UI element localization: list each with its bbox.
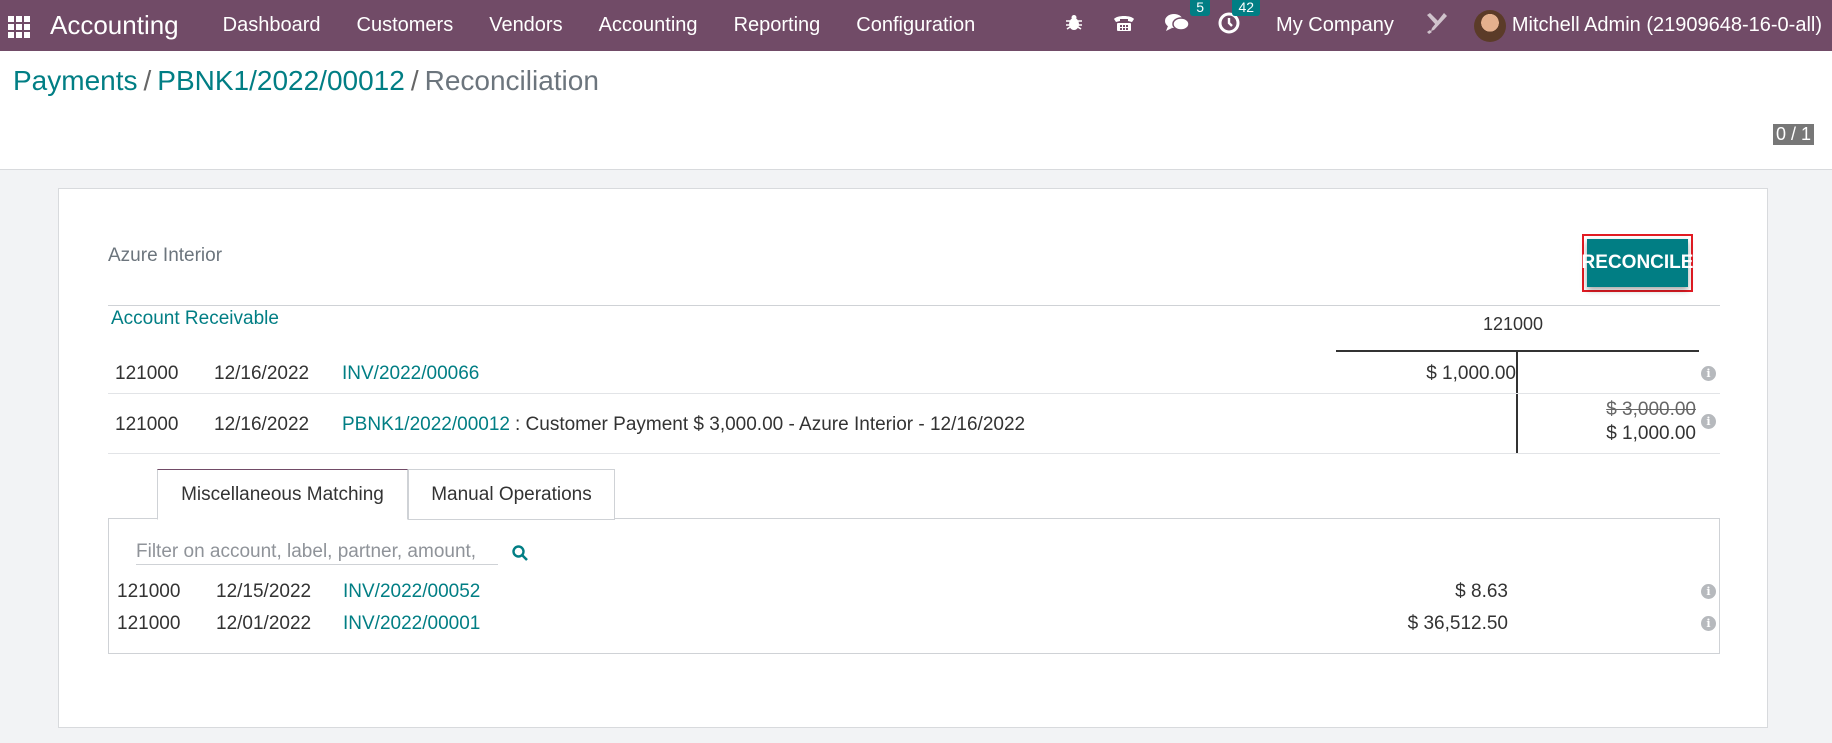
match-date: 12/01/2022 — [216, 613, 312, 634]
info-icon[interactable]: i — [1701, 366, 1716, 381]
reconcile-line[interactable]: 121000 12/16/2022 INV/2022/00066 $ 1,000… — [108, 353, 1720, 394]
search-icon[interactable] — [511, 544, 529, 562]
breadcrumb-separator: / — [410, 65, 419, 96]
menu-dashboard[interactable]: Dashboard — [205, 14, 339, 37]
line-credit: $ 1,000.00 — [1606, 423, 1696, 444]
control-panel: Payments / PBNK1/2022/00012/Reconciliation… — [0, 51, 1832, 170]
main-menu: Dashboard Customers Vendors Accounting R… — [205, 14, 994, 37]
line-reference[interactable]: INV/2022/00066 — [342, 363, 479, 385]
matching-panel: 121000 12/15/2022 INV/2022/00052 $ 8.63 … — [108, 519, 1720, 654]
menu-vendors[interactable]: Vendors — [471, 14, 580, 37]
user-menu[interactable]: Mitchell Admin (21909648-16-0-all) — [1512, 14, 1822, 37]
phone-icon[interactable] — [1112, 13, 1136, 39]
line-credit-original: $ 3,000.00 — [1606, 399, 1696, 420]
account-title[interactable]: Account Receivable — [111, 308, 279, 330]
menu-reporting[interactable]: Reporting — [716, 14, 839, 37]
line-date: 12/16/2022 — [214, 414, 310, 435]
line-date: 12/16/2022 — [214, 363, 310, 384]
breadcrumb-payments[interactable]: Payments — [13, 65, 138, 96]
info-icon[interactable]: i — [1701, 584, 1716, 599]
company-switcher[interactable]: My Company — [1276, 14, 1394, 37]
match-reference[interactable]: INV/2022/00001 — [343, 613, 480, 635]
reconcile-button[interactable]: RECONCILE — [1582, 239, 1693, 287]
match-amount: $ 8.63 — [1455, 581, 1508, 602]
match-reference[interactable]: INV/2022/00052 — [343, 581, 480, 603]
account-code-header: 121000 — [1483, 314, 1544, 334]
activities-count-badge: 42 — [1232, 0, 1261, 16]
content-area: Azure Interior RECONCILE Account Receiva… — [0, 170, 1832, 743]
menu-accounting[interactable]: Accounting — [581, 14, 716, 37]
match-amount: $ 36,512.50 — [1407, 613, 1508, 634]
top-navbar: Accounting Dashboard Customers Vendors A… — [0, 0, 1832, 51]
breadcrumb-payment[interactable]: PBNK1/2022/00012 — [157, 65, 405, 96]
debug-tools-icon[interactable] — [1424, 10, 1450, 42]
breadcrumb-separator: / — [143, 65, 152, 96]
filter-input[interactable] — [136, 539, 498, 565]
menu-configuration[interactable]: Configuration — [838, 14, 993, 37]
info-icon[interactable]: i — [1701, 616, 1716, 631]
line-account: 121000 — [115, 363, 179, 384]
match-account: 121000 — [117, 581, 181, 602]
bug-icon[interactable] — [1064, 13, 1084, 39]
line-label: : Customer Payment $ 3,000.00 - Azure In… — [514, 414, 1026, 435]
breadcrumb: Payments / PBNK1/2022/00012/Reconciliation — [13, 65, 599, 97]
line-reference[interactable]: PBNK1/2022/00012 — [342, 414, 510, 435]
tab-miscellaneous-matching[interactable]: Miscellaneous Matching — [157, 469, 408, 520]
matching-row[interactable]: 121000 12/01/2022 INV/2022/00001 $ 36,51… — [109, 609, 1719, 641]
reconcile-line[interactable]: 121000 12/16/2022 PBNK1/2022/00012: Cust… — [108, 394, 1720, 454]
match-account: 121000 — [117, 613, 181, 634]
info-icon[interactable]: i — [1701, 414, 1716, 429]
pager-value[interactable]: 0 / 1 — [1772, 124, 1814, 145]
activities-clock-icon[interactable]: 42 — [1218, 0, 1261, 40]
messages-icon[interactable]: 5 — [1164, 0, 1211, 40]
matching-row[interactable]: 121000 12/15/2022 INV/2022/00052 $ 8.63 … — [109, 577, 1719, 609]
line-debit: $ 1,000.00 — [1426, 363, 1516, 384]
partner-name: Azure Interior — [108, 245, 223, 266]
reconciliation-sheet: Azure Interior RECONCILE Account Receiva… — [58, 188, 1768, 728]
menu-customers[interactable]: Customers — [339, 14, 472, 37]
match-date: 12/15/2022 — [216, 581, 312, 602]
apps-menu-icon[interactable] — [6, 14, 30, 38]
reconcile-button-highlight: RECONCILE — [1582, 234, 1693, 292]
user-avatar[interactable] — [1473, 9, 1506, 42]
tab-manual-operations[interactable]: Manual Operations — [408, 469, 615, 520]
line-account: 121000 — [115, 414, 179, 435]
tabs-bar: Miscellaneous Matching Manual Operations — [108, 469, 1720, 520]
divider — [108, 305, 1720, 306]
systray: 5 42 My Company Mitchell Admin (21909648… — [1050, 0, 1832, 51]
breadcrumb-current: Reconciliation — [424, 65, 599, 96]
messages-count-badge: 5 — [1190, 0, 1211, 16]
app-brand[interactable]: Accounting — [50, 10, 179, 41]
